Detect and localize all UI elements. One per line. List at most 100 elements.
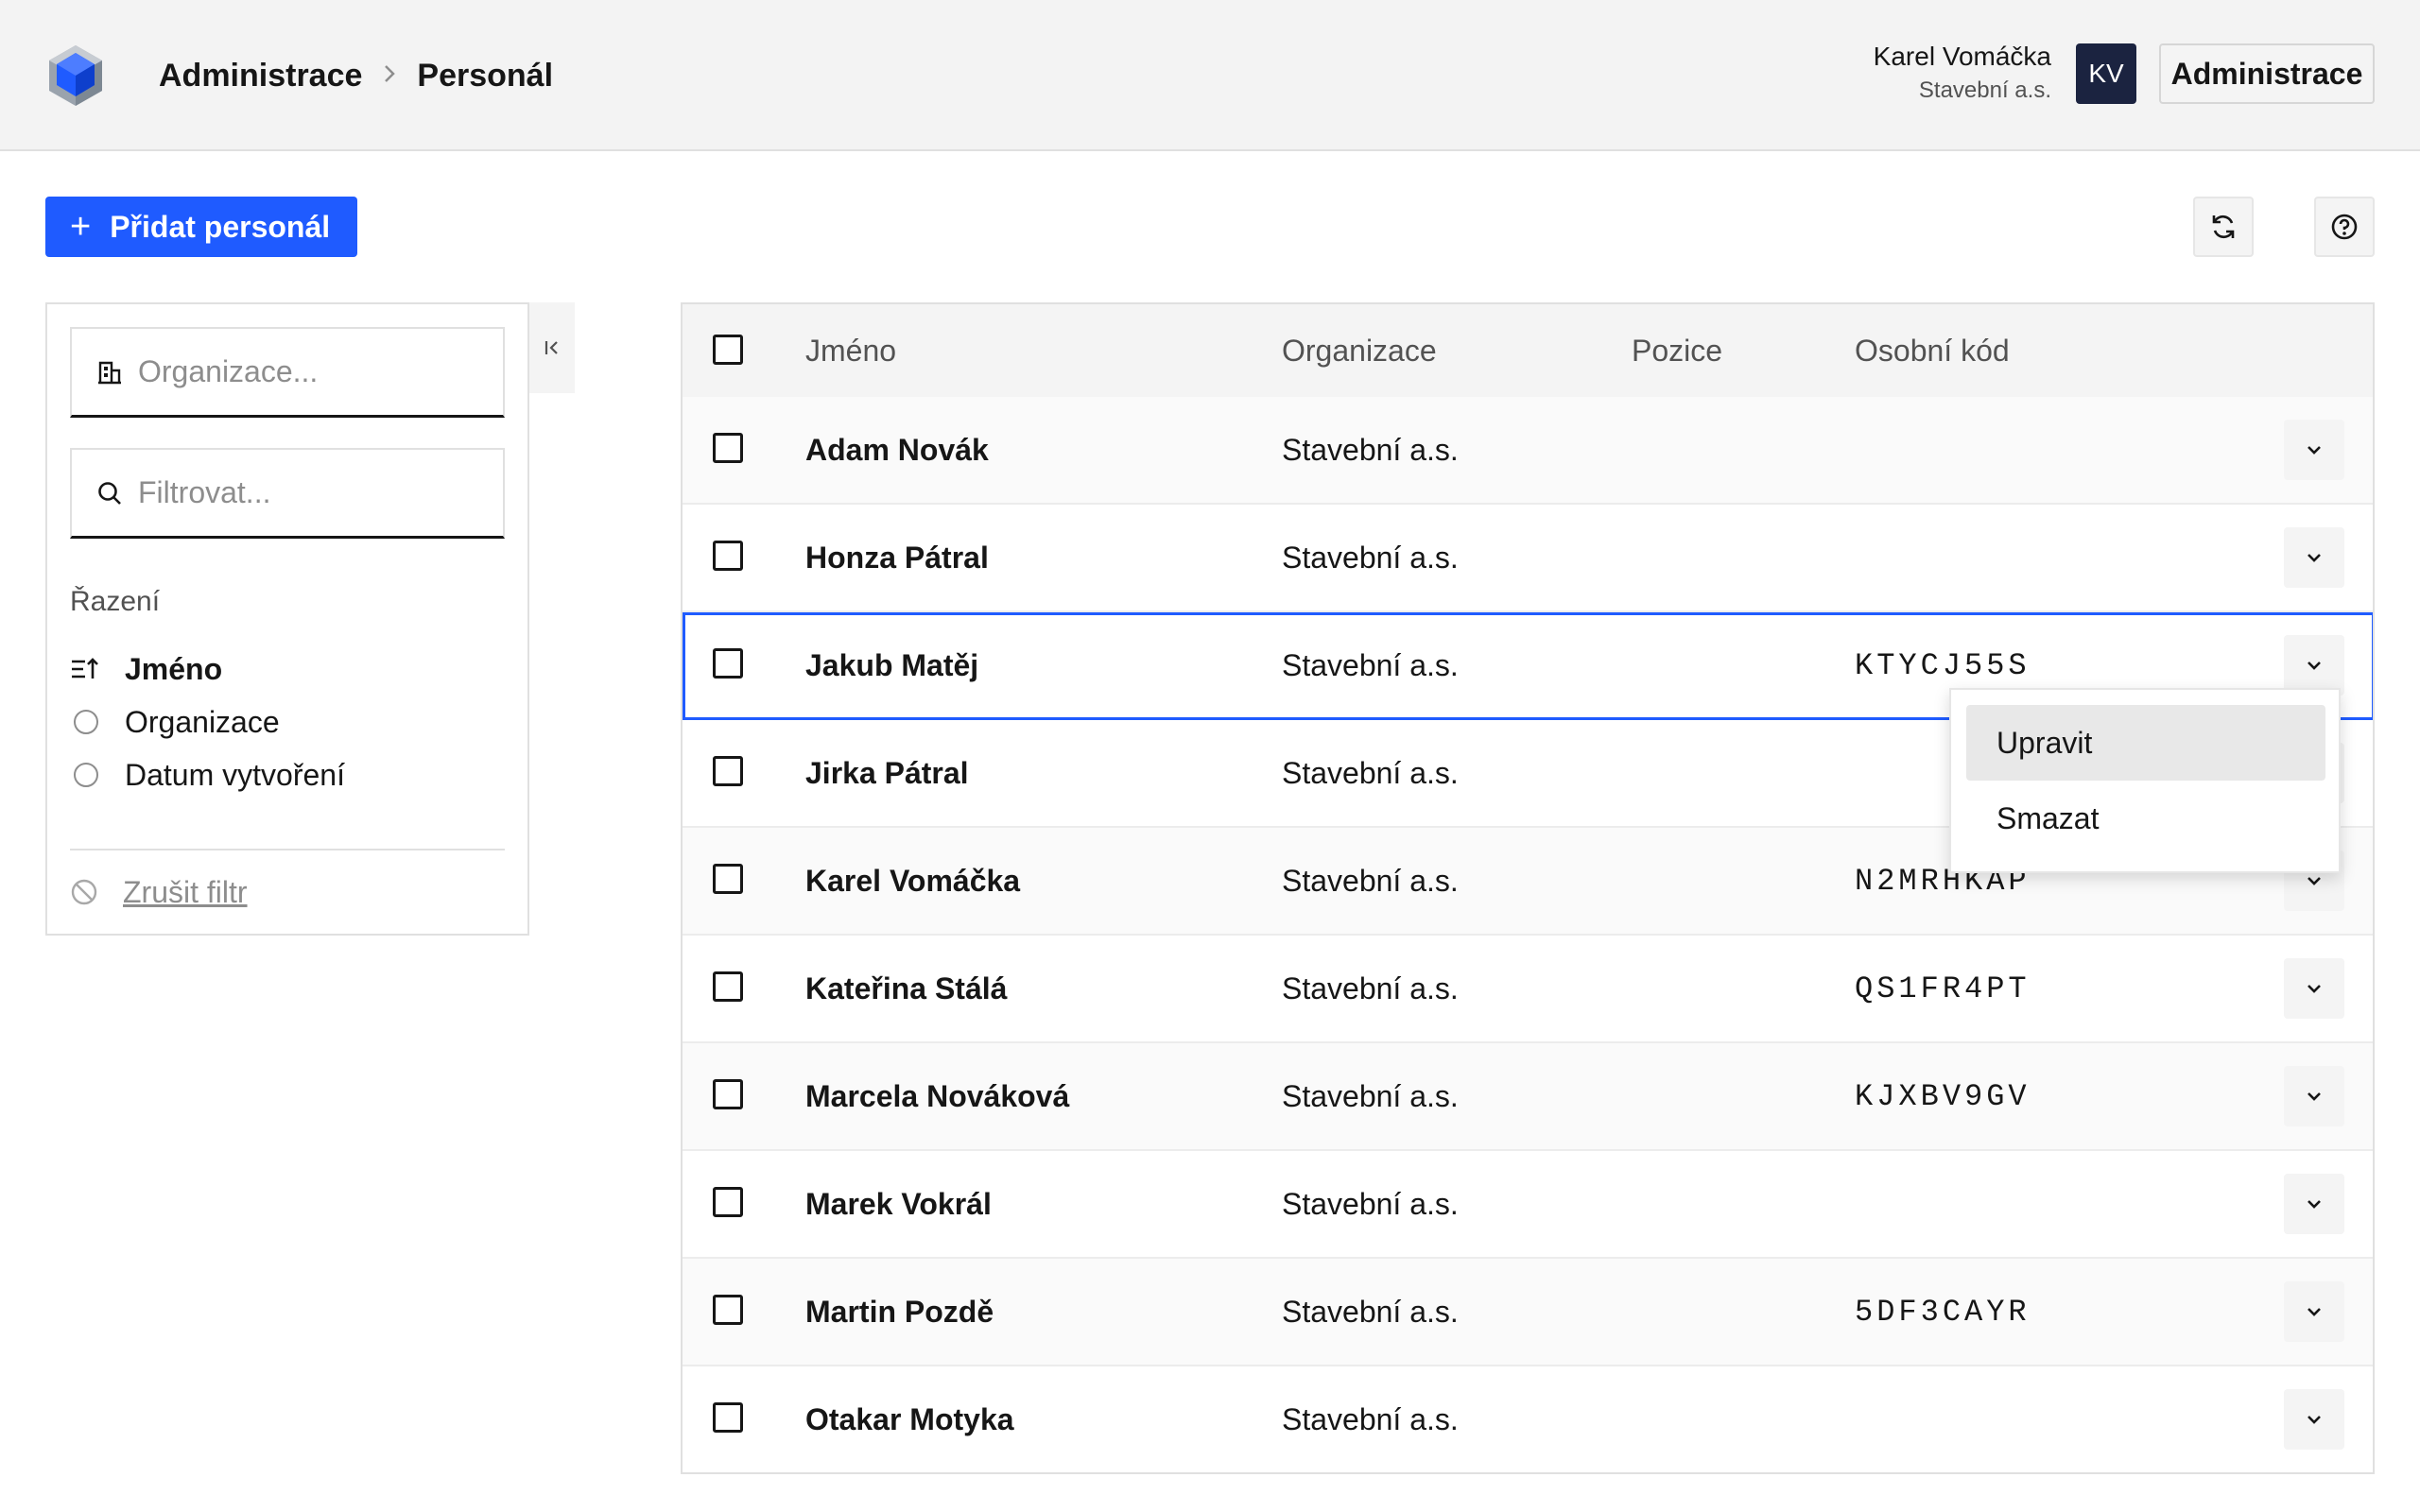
chevron-down-icon — [2308, 662, 2321, 670]
cell-organization: Stavební a.s. — [1282, 1294, 1459, 1329]
breadcrumb-item-personnel: Personál — [417, 57, 554, 94]
row-checkbox[interactable] — [713, 864, 743, 894]
table-row[interactable]: Otakar Motyka Stavební a.s. — [683, 1366, 2373, 1472]
chevron-down-icon — [2308, 1416, 2321, 1424]
cell-name: Jirka Pátral — [805, 755, 969, 790]
table-row[interactable]: Marek Vokrál Stavební a.s. — [683, 1151, 2373, 1259]
collapse-panel-button[interactable] — [529, 302, 575, 393]
row-actions-button[interactable] — [2284, 527, 2344, 588]
table-row[interactable]: Martin Pozdě Stavební a.s. 5DF3CAYR — [683, 1259, 2373, 1366]
user-organization: Stavební a.s. — [1918, 77, 2051, 103]
row-checkbox[interactable] — [713, 1187, 743, 1217]
chevron-down-icon — [2308, 985, 2321, 993]
row-checkbox[interactable] — [713, 648, 743, 679]
chevron-down-icon — [2308, 1200, 2321, 1209]
search-field[interactable] — [70, 448, 505, 539]
cell-personal-code: KJXBV9GV — [1855, 1078, 2031, 1114]
sort-option-organization[interactable]: Organizace — [70, 701, 280, 743]
filter-panel: Řazení Jméno Organizace Datum vytvoření … — [45, 302, 529, 936]
cell-name: Marek Vokrál — [805, 1186, 992, 1221]
sort-ascending-icon — [72, 658, 98, 679]
row-checkbox[interactable] — [713, 971, 743, 1002]
cell-name: Otakar Motyka — [805, 1401, 1014, 1436]
table-row[interactable]: Marcela Nováková Stavební a.s. KJXBV9GV — [683, 1043, 2373, 1151]
clear-filter-label: Zrušit filtr — [123, 874, 248, 909]
row-checkbox[interactable] — [713, 1402, 743, 1433]
chevron-down-icon — [2308, 554, 2321, 562]
row-actions-button[interactable] — [2284, 958, 2344, 1019]
cell-organization: Stavební a.s. — [1282, 1078, 1459, 1113]
row-checkbox[interactable] — [713, 1079, 743, 1109]
row-actions-button[interactable] — [2284, 420, 2344, 480]
column-header-organization[interactable]: Organizace — [1282, 304, 1437, 397]
chevron-down-icon — [2308, 877, 2321, 885]
search-icon — [98, 481, 121, 505]
cell-name: Jakub Matěj — [805, 647, 979, 682]
sort-option-name[interactable]: Jméno — [70, 648, 222, 690]
user-name: Karel Vomáčka — [1873, 42, 2051, 71]
building-icon — [98, 361, 121, 384]
chevron-down-icon — [2308, 1092, 2321, 1101]
table-row[interactable]: Adam Novák Stavební a.s. — [683, 397, 2373, 505]
table-header: Jméno Organizace Pozice Osobní kód — [683, 304, 2373, 397]
refresh-icon — [2212, 215, 2235, 239]
cell-organization: Stavební a.s. — [1282, 647, 1459, 682]
organization-field[interactable] — [70, 327, 505, 418]
table-row[interactable]: Honza Pátral Stavební a.s. — [683, 505, 2373, 612]
cell-name: Kateřina Stálá — [805, 971, 1008, 1005]
table-row[interactable]: Kateřina Stálá Stavební a.s. QS1FR4PT — [683, 936, 2373, 1043]
row-checkbox[interactable] — [713, 433, 743, 463]
cell-personal-code: QS1FR4PT — [1855, 971, 2031, 1006]
sort-option-created[interactable]: Datum vytvoření — [70, 754, 345, 796]
row-actions-button[interactable] — [2284, 1389, 2344, 1450]
row-actions-button[interactable] — [2284, 1174, 2344, 1234]
app-logo[interactable] — [45, 43, 106, 108]
help-icon — [2331, 214, 2358, 240]
sort-option-label: Datum vytvoření — [125, 757, 345, 792]
search-input[interactable] — [138, 475, 478, 510]
row-checkbox[interactable] — [713, 756, 743, 786]
sort-option-label: Organizace — [125, 704, 280, 739]
block-icon — [71, 879, 97, 905]
administration-button[interactable]: Administrace — [2159, 43, 2375, 104]
row-checkbox[interactable] — [713, 1295, 743, 1325]
sort-option-label: Jméno — [125, 651, 223, 686]
row-actions-menu: Upravit Smazat — [1949, 688, 2341, 873]
select-all-checkbox[interactable] — [713, 335, 743, 365]
cell-organization: Stavební a.s. — [1282, 971, 1459, 1005]
chevron-right-icon — [383, 60, 396, 92]
radio-button[interactable] — [74, 763, 98, 787]
plus-icon: + — [70, 207, 92, 247]
chevron-down-icon — [2308, 1308, 2321, 1316]
cell-name: Martin Pozdě — [805, 1294, 994, 1329]
menu-item-delete[interactable]: Smazat — [1966, 781, 2325, 856]
column-header-position[interactable]: Pozice — [1632, 304, 1722, 397]
row-actions-button[interactable] — [2284, 1281, 2344, 1342]
cell-name: Karel Vomáčka — [805, 863, 1021, 898]
radio-button[interactable] — [74, 710, 98, 734]
cell-organization: Stavební a.s. — [1282, 1186, 1459, 1221]
cell-organization: Stavební a.s. — [1282, 755, 1459, 790]
app-header: Administrace Personál Karel Vomáčka Stav… — [0, 0, 2420, 151]
row-checkbox[interactable] — [713, 541, 743, 571]
add-personnel-button[interactable]: + Přidat personál — [45, 197, 357, 257]
breadcrumb-item-admin[interactable]: Administrace — [159, 58, 362, 94]
chevron-down-icon — [2308, 446, 2321, 455]
menu-item-edit[interactable]: Upravit — [1966, 705, 2325, 781]
cell-name: Marcela Nováková — [805, 1078, 1070, 1113]
column-header-personal-code[interactable]: Osobní kód — [1855, 304, 2010, 397]
breadcrumb: Administrace Personál — [159, 53, 553, 98]
column-header-name[interactable]: Jméno — [805, 304, 896, 397]
cell-organization: Stavební a.s. — [1282, 1401, 1459, 1436]
sort-heading: Řazení — [70, 586, 161, 617]
row-actions-button[interactable] — [2284, 635, 2344, 696]
divider — [70, 849, 505, 850]
row-actions-button[interactable] — [2284, 1066, 2344, 1126]
collapse-left-icon — [544, 341, 558, 354]
clear-filter-link[interactable]: Zrušit filtr — [70, 871, 248, 913]
help-button[interactable] — [2314, 197, 2375, 257]
refresh-button[interactable] — [2193, 197, 2254, 257]
avatar[interactable]: KV — [2076, 43, 2136, 104]
cell-organization: Stavební a.s. — [1282, 863, 1459, 898]
organization-input[interactable] — [138, 354, 478, 389]
